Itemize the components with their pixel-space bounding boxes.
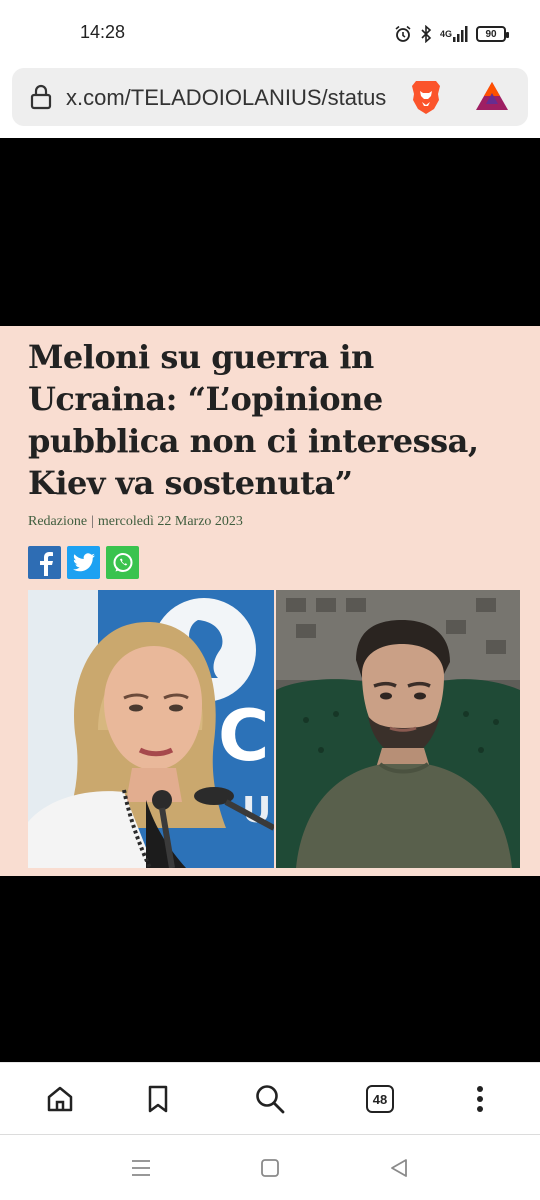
- system-navigation-bar: [0, 1135, 540, 1200]
- article-author: Redazione: [28, 514, 88, 529]
- more-icon[interactable]: [462, 1081, 498, 1117]
- url-text[interactable]: x.com/TELADOIOLANIUS/status: [66, 85, 406, 111]
- brave-lion-icon[interactable]: [406, 77, 446, 122]
- status-time: 14:28: [80, 22, 126, 42]
- headline-line: Kiev va sostenuta”: [28, 464, 353, 502]
- tab-count: 48: [366, 1085, 394, 1113]
- battery-icon: 90: [476, 26, 509, 42]
- article-date: mercoledì 22 Marzo 2023: [97, 514, 243, 529]
- facebook-icon[interactable]: [28, 546, 61, 579]
- headline-line: pubblica non ci interessa,: [28, 422, 479, 460]
- photo-zelensky: [276, 590, 520, 868]
- lock-icon[interactable]: [30, 84, 52, 115]
- browser-bottom-toolbar: 48: [0, 1062, 540, 1134]
- bluetooth-icon: [420, 25, 432, 43]
- share-buttons: [28, 546, 139, 579]
- headline-line: Meloni su guerra in: [28, 338, 374, 376]
- address-bar[interactable]: x.com/TELADOIOLANIUS/status: [12, 68, 528, 126]
- back-icon[interactable]: [386, 1155, 412, 1181]
- tabs-icon[interactable]: 48: [362, 1081, 398, 1117]
- headline-line: Ucraina: “L’opinione: [28, 380, 383, 418]
- bat-rewards-icon[interactable]: [474, 80, 510, 117]
- alarm-icon: [394, 25, 412, 43]
- photo-meloni: CR U: [28, 590, 274, 868]
- svg-text:CR: CR: [218, 695, 274, 777]
- article-headline: Meloni su guerra in Ucraina: “L’opinione…: [28, 336, 518, 504]
- bookmark-icon[interactable]: [140, 1081, 176, 1117]
- network-label: 4G: [439, 29, 452, 39]
- recents-icon[interactable]: [128, 1155, 154, 1181]
- article-byline: Redazione | mercoledì 22 Marzo 2023: [28, 514, 243, 530]
- battery-level: 90: [485, 28, 497, 40]
- media-letterbox-bottom: [0, 876, 540, 1062]
- article-card[interactable]: Meloni su guerra in Ucraina: “L’opinione…: [0, 326, 540, 876]
- media-letterbox-top: [0, 138, 540, 326]
- home-square-icon[interactable]: [257, 1155, 283, 1181]
- twitter-icon[interactable]: [67, 546, 100, 579]
- home-icon[interactable]: [42, 1081, 78, 1117]
- signal-icon: 4G: [440, 25, 468, 43]
- status-bar: 14:28 4G 90: [0, 0, 540, 66]
- byline-separator: |: [91, 514, 94, 529]
- search-icon[interactable]: [252, 1081, 288, 1117]
- whatsapp-icon[interactable]: [106, 546, 139, 579]
- status-icons: 4G 90: [394, 22, 509, 46]
